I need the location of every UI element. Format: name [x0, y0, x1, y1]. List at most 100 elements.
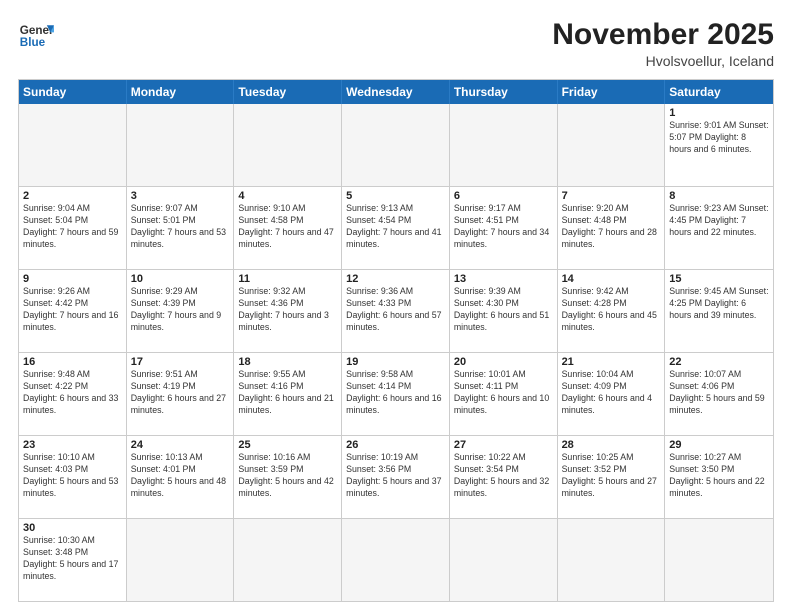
day-info: Sunrise: 9:10 AM Sunset: 4:58 PM Dayligh… [238, 203, 337, 251]
day-info: Sunrise: 10:04 AM Sunset: 4:09 PM Daylig… [562, 369, 661, 417]
title-block: November 2025 Hvolsvoellur, Iceland [552, 18, 774, 69]
day-info: Sunrise: 10:01 AM Sunset: 4:11 PM Daylig… [454, 369, 553, 417]
day-number: 23 [23, 439, 122, 451]
empty-cell [450, 104, 558, 186]
day-cell-6: 6Sunrise: 9:17 AM Sunset: 4:51 PM Daylig… [450, 187, 558, 269]
day-info: Sunrise: 9:20 AM Sunset: 4:48 PM Dayligh… [562, 203, 661, 251]
empty-cell [127, 104, 235, 186]
day-number: 10 [131, 273, 230, 285]
day-cell-15: 15Sunrise: 9:45 AM Sunset: 4:25 PM Dayli… [665, 270, 773, 352]
day-number: 25 [238, 439, 337, 451]
day-cell-16: 16Sunrise: 9:48 AM Sunset: 4:22 PM Dayli… [19, 353, 127, 435]
day-number: 8 [669, 190, 769, 202]
calendar-row-5: 30Sunrise: 10:30 AM Sunset: 3:48 PM Dayl… [19, 519, 773, 601]
day-number: 26 [346, 439, 445, 451]
svg-text:Blue: Blue [20, 36, 46, 49]
day-info: Sunrise: 10:27 AM Sunset: 3:50 PM Daylig… [669, 452, 769, 500]
empty-cell [450, 519, 558, 601]
weekday-header-wednesday: Wednesday [342, 80, 450, 104]
day-cell-27: 27Sunrise: 10:22 AM Sunset: 3:54 PM Dayl… [450, 436, 558, 518]
calendar-row-3: 16Sunrise: 9:48 AM Sunset: 4:22 PM Dayli… [19, 353, 773, 436]
day-info: Sunrise: 10:22 AM Sunset: 3:54 PM Daylig… [454, 452, 553, 500]
day-cell-22: 22Sunrise: 10:07 AM Sunset: 4:06 PM Dayl… [665, 353, 773, 435]
day-number: 24 [131, 439, 230, 451]
day-info: Sunrise: 9:26 AM Sunset: 4:42 PM Dayligh… [23, 286, 122, 334]
empty-cell [558, 519, 666, 601]
day-number: 5 [346, 190, 445, 202]
day-cell-20: 20Sunrise: 10:01 AM Sunset: 4:11 PM Dayl… [450, 353, 558, 435]
weekday-header-sunday: Sunday [19, 80, 127, 104]
day-info: Sunrise: 9:39 AM Sunset: 4:30 PM Dayligh… [454, 286, 553, 334]
day-number: 22 [669, 356, 769, 368]
day-number: 14 [562, 273, 661, 285]
day-cell-5: 5Sunrise: 9:13 AM Sunset: 4:54 PM Daylig… [342, 187, 450, 269]
day-info: Sunrise: 9:29 AM Sunset: 4:39 PM Dayligh… [131, 286, 230, 334]
day-cell-14: 14Sunrise: 9:42 AM Sunset: 4:28 PM Dayli… [558, 270, 666, 352]
day-cell-7: 7Sunrise: 9:20 AM Sunset: 4:48 PM Daylig… [558, 187, 666, 269]
day-info: Sunrise: 10:07 AM Sunset: 4:06 PM Daylig… [669, 369, 769, 417]
day-cell-18: 18Sunrise: 9:55 AM Sunset: 4:16 PM Dayli… [234, 353, 342, 435]
day-number: 15 [669, 273, 769, 285]
location: Hvolsvoellur, Iceland [552, 53, 774, 69]
day-number: 20 [454, 356, 553, 368]
day-info: Sunrise: 9:07 AM Sunset: 5:01 PM Dayligh… [131, 203, 230, 251]
header: General Blue November 2025 Hvolsvoellur,… [18, 18, 774, 69]
calendar-header-row: SundayMondayTuesdayWednesdayThursdayFrid… [19, 80, 773, 104]
day-cell-12: 12Sunrise: 9:36 AM Sunset: 4:33 PM Dayli… [342, 270, 450, 352]
day-cell-28: 28Sunrise: 10:25 AM Sunset: 3:52 PM Dayl… [558, 436, 666, 518]
day-cell-9: 9Sunrise: 9:26 AM Sunset: 4:42 PM Daylig… [19, 270, 127, 352]
day-number: 28 [562, 439, 661, 451]
day-cell-2: 2Sunrise: 9:04 AM Sunset: 5:04 PM Daylig… [19, 187, 127, 269]
day-number: 18 [238, 356, 337, 368]
day-info: Sunrise: 9:04 AM Sunset: 5:04 PM Dayligh… [23, 203, 122, 251]
calendar: SundayMondayTuesdayWednesdayThursdayFrid… [18, 79, 774, 602]
calendar-row-0: 1Sunrise: 9:01 AM Sunset: 5:07 PM Daylig… [19, 104, 773, 187]
day-number: 30 [23, 522, 122, 534]
weekday-header-monday: Monday [127, 80, 235, 104]
day-cell-30: 30Sunrise: 10:30 AM Sunset: 3:48 PM Dayl… [19, 519, 127, 601]
weekday-header-friday: Friday [558, 80, 666, 104]
empty-cell [665, 519, 773, 601]
day-cell-23: 23Sunrise: 10:10 AM Sunset: 4:03 PM Dayl… [19, 436, 127, 518]
empty-cell [558, 104, 666, 186]
day-number: 12 [346, 273, 445, 285]
day-cell-19: 19Sunrise: 9:58 AM Sunset: 4:14 PM Dayli… [342, 353, 450, 435]
day-info: Sunrise: 9:32 AM Sunset: 4:36 PM Dayligh… [238, 286, 337, 334]
day-info: Sunrise: 9:48 AM Sunset: 4:22 PM Dayligh… [23, 369, 122, 417]
day-cell-10: 10Sunrise: 9:29 AM Sunset: 4:39 PM Dayli… [127, 270, 235, 352]
day-number: 11 [238, 273, 337, 285]
day-info: Sunrise: 9:55 AM Sunset: 4:16 PM Dayligh… [238, 369, 337, 417]
day-cell-1: 1Sunrise: 9:01 AM Sunset: 5:07 PM Daylig… [665, 104, 773, 186]
day-info: Sunrise: 9:45 AM Sunset: 4:25 PM Dayligh… [669, 286, 769, 322]
day-number: 2 [23, 190, 122, 202]
empty-cell [19, 104, 127, 186]
day-info: Sunrise: 10:25 AM Sunset: 3:52 PM Daylig… [562, 452, 661, 500]
day-number: 17 [131, 356, 230, 368]
day-info: Sunrise: 9:23 AM Sunset: 4:45 PM Dayligh… [669, 203, 769, 239]
calendar-row-2: 9Sunrise: 9:26 AM Sunset: 4:42 PM Daylig… [19, 270, 773, 353]
day-number: 6 [454, 190, 553, 202]
day-info: Sunrise: 10:19 AM Sunset: 3:56 PM Daylig… [346, 452, 445, 500]
empty-cell [234, 519, 342, 601]
day-number: 16 [23, 356, 122, 368]
day-info: Sunrise: 9:01 AM Sunset: 5:07 PM Dayligh… [669, 120, 769, 156]
calendar-row-1: 2Sunrise: 9:04 AM Sunset: 5:04 PM Daylig… [19, 187, 773, 270]
day-cell-3: 3Sunrise: 9:07 AM Sunset: 5:01 PM Daylig… [127, 187, 235, 269]
day-number: 29 [669, 439, 769, 451]
day-number: 21 [562, 356, 661, 368]
day-info: Sunrise: 10:10 AM Sunset: 4:03 PM Daylig… [23, 452, 122, 500]
empty-cell [127, 519, 235, 601]
day-cell-17: 17Sunrise: 9:51 AM Sunset: 4:19 PM Dayli… [127, 353, 235, 435]
page: General Blue November 2025 Hvolsvoellur,… [0, 0, 792, 612]
calendar-row-4: 23Sunrise: 10:10 AM Sunset: 4:03 PM Dayl… [19, 436, 773, 519]
day-cell-26: 26Sunrise: 10:19 AM Sunset: 3:56 PM Dayl… [342, 436, 450, 518]
day-number: 4 [238, 190, 337, 202]
day-info: Sunrise: 9:36 AM Sunset: 4:33 PM Dayligh… [346, 286, 445, 334]
month-title: November 2025 [552, 18, 774, 51]
weekday-header-tuesday: Tuesday [234, 80, 342, 104]
weekday-header-saturday: Saturday [665, 80, 773, 104]
day-cell-24: 24Sunrise: 10:13 AM Sunset: 4:01 PM Dayl… [127, 436, 235, 518]
day-number: 3 [131, 190, 230, 202]
logo: General Blue [18, 18, 54, 54]
empty-cell [342, 104, 450, 186]
